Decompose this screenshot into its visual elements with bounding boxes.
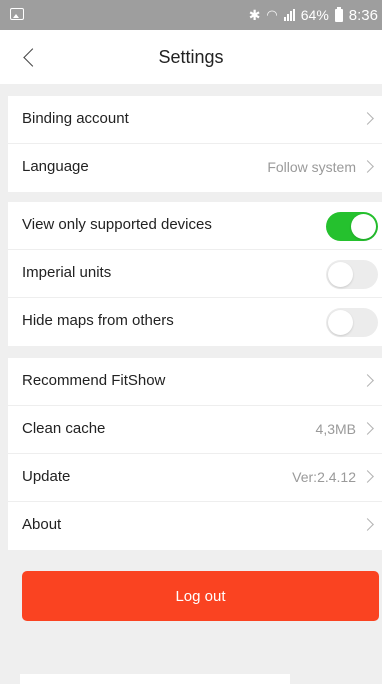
battery-percent: 64% bbox=[300, 7, 329, 23]
bottom-panel bbox=[20, 674, 290, 684]
cache-size-value: 4,3MB bbox=[315, 421, 356, 437]
wifi-icon: ◠ bbox=[266, 7, 278, 22]
bluetooth-icon: ✱ bbox=[248, 6, 261, 23]
signal-icon bbox=[283, 9, 295, 21]
hide-maps-row: Hide maps from others bbox=[8, 298, 382, 346]
toggle-section: View only supported devices Imperial uni… bbox=[8, 202, 382, 346]
chevron-right-icon bbox=[361, 470, 374, 483]
battery-icon bbox=[334, 6, 343, 22]
row-label: Update bbox=[22, 468, 71, 485]
binding-account-row[interactable]: Binding account bbox=[8, 96, 382, 144]
logout-button[interactable]: Log out bbox=[22, 571, 379, 621]
chevron-right-icon bbox=[361, 518, 374, 531]
chevron-right-icon bbox=[361, 160, 374, 173]
row-label: Binding account bbox=[22, 110, 129, 127]
page-title: Settings bbox=[158, 47, 224, 67]
imperial-units-row: Imperial units bbox=[8, 250, 382, 298]
version-value: Ver:2.4.12 bbox=[292, 469, 356, 485]
chevron-right-icon bbox=[361, 374, 374, 387]
imperial-units-toggle[interactable] bbox=[326, 260, 378, 289]
language-row[interactable]: Language Follow system bbox=[8, 144, 382, 192]
account-section: Binding account Language Follow system bbox=[8, 96, 382, 192]
supported-devices-row: View only supported devices bbox=[8, 202, 382, 250]
row-label: View only supported devices bbox=[22, 216, 212, 233]
row-label: Hide maps from others bbox=[22, 312, 174, 329]
about-row[interactable]: About bbox=[8, 502, 382, 550]
status-right: ✱ ◠ 64% 8:36 bbox=[249, 6, 378, 24]
row-label: About bbox=[22, 516, 62, 533]
language-value: Follow system bbox=[267, 159, 356, 175]
recommend-row[interactable]: Recommend FitShow bbox=[8, 358, 382, 406]
toggle-knob bbox=[328, 310, 353, 335]
supported-devices-toggle[interactable] bbox=[326, 212, 378, 241]
update-row[interactable]: Update Ver:2.4.12 bbox=[8, 454, 382, 502]
image-icon bbox=[10, 8, 24, 20]
row-label: Clean cache bbox=[22, 420, 106, 437]
row-label: Imperial units bbox=[22, 264, 112, 281]
toggle-knob bbox=[328, 262, 353, 287]
toggle-knob bbox=[351, 214, 376, 239]
nav-bar: Settings bbox=[0, 30, 382, 84]
row-label: Language bbox=[22, 158, 89, 175]
misc-section: Recommend FitShow Clean cache 4,3MB Upda… bbox=[8, 358, 382, 550]
chevron-right-icon bbox=[361, 112, 374, 125]
hide-maps-toggle[interactable] bbox=[326, 308, 378, 337]
status-bar: ✱ ◠ 64% 8:36 bbox=[0, 0, 382, 30]
clean-cache-row[interactable]: Clean cache 4,3MB bbox=[8, 406, 382, 454]
row-label: Recommend FitShow bbox=[22, 372, 166, 389]
clock: 8:36 bbox=[348, 6, 378, 24]
chevron-right-icon bbox=[361, 422, 374, 435]
